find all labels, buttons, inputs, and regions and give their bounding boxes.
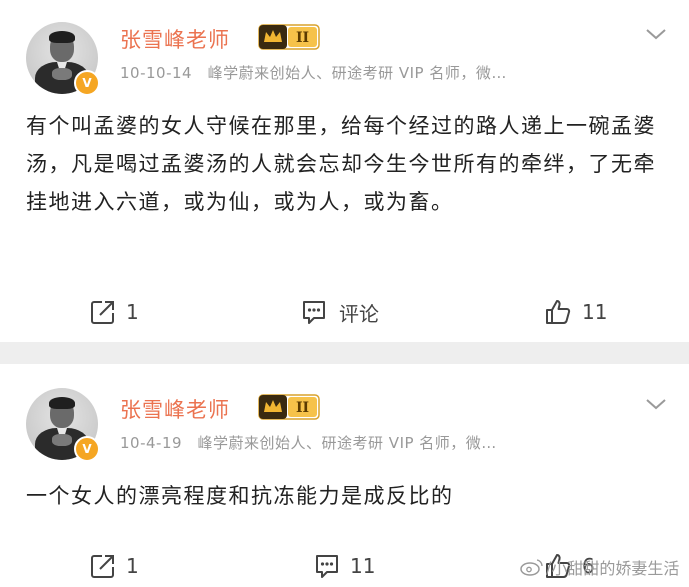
comment-label: 评论 [339, 301, 379, 326]
repost-icon [91, 301, 114, 324]
crown-icon: II [258, 24, 320, 50]
repost-button[interactable]: 1 [90, 292, 139, 332]
like-button[interactable]: 11 [544, 292, 607, 332]
comment-icon [303, 301, 325, 324]
comment-icon [316, 555, 338, 578]
chevron-down-icon[interactable] [644, 26, 668, 42]
repost-count: 1 [126, 554, 139, 578]
comment-count: 11 [350, 554, 376, 578]
comment-button[interactable]: 11 [314, 546, 375, 586]
level-badge-text: II [296, 30, 309, 46]
post-meta: 10-4-19 峰学蔚来创始人、研途考研 VIP 名师，微… [120, 434, 497, 452]
post-text: 一个女人的漂亮程度和抗冻能力是成反比的 [26, 484, 454, 508]
crown-icon: II [258, 394, 320, 420]
repost-icon [91, 555, 114, 578]
post-card-2: V 张雪峰老师 II 10-4-19 峰学蔚来创始人、研途考研 VIP 名师，微… [0, 364, 689, 587]
level-badge-text: II [296, 400, 309, 416]
author-name[interactable]: 张雪峰老师 [120, 24, 230, 54]
author-name[interactable]: 张雪峰老师 [120, 394, 230, 424]
like-count: 11 [582, 300, 608, 324]
chevron-down-icon[interactable] [644, 396, 668, 412]
comment-button[interactable]: 评论 [301, 292, 379, 332]
repost-count: 1 [126, 300, 139, 324]
weibo-logo-icon [520, 559, 543, 576]
avatar[interactable]: V [26, 388, 100, 462]
verified-badge: V [74, 436, 100, 462]
like-icon [546, 300, 571, 324]
post-text: 有个叫孟婆的女人守候在那里，给每个经过的路人递上一碗孟婆汤，凡是喝过孟婆汤的人就… [26, 114, 656, 214]
post-meta: 10-10-14 峰学蔚来创始人、研途考研 VIP 名师，微… [120, 64, 507, 82]
watermark: / 小甜甜的娇妻生活 [520, 555, 679, 579]
action-bar: 1 评论 11 [0, 292, 689, 332]
avatar[interactable]: V [26, 22, 100, 96]
watermark-text: 小甜甜的娇妻生活 [551, 559, 680, 578]
post-divider [0, 342, 689, 364]
verified-badge: V [74, 70, 100, 96]
repost-button[interactable]: 1 [90, 546, 139, 586]
post-card-1: V 张雪峰老师 II 10-10-14 峰学蔚来创始人、研途考研 VIP 名师，… [0, 0, 689, 342]
